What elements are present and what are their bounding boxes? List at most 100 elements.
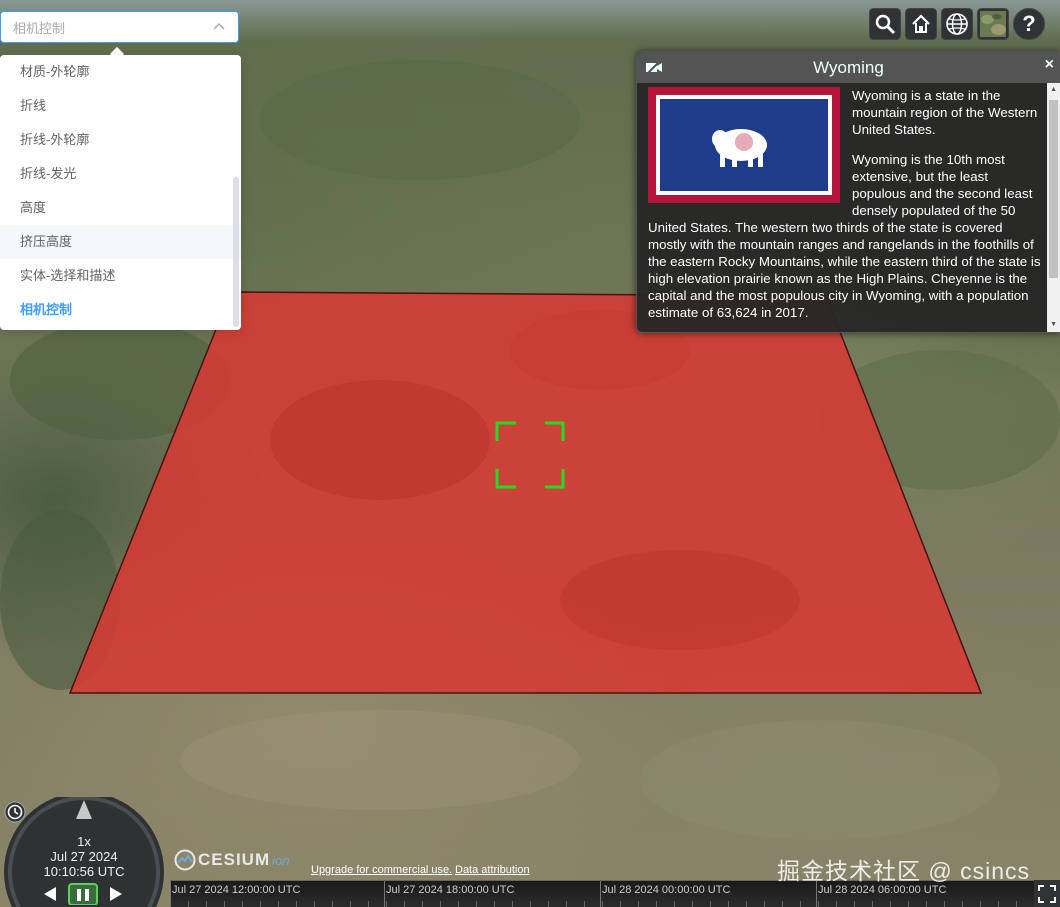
play-reverse-icon[interactable] — [44, 887, 56, 901]
scene-mode-button[interactable] — [941, 8, 973, 40]
dropdown-option[interactable]: 相机控制 — [0, 293, 241, 327]
timeline-major-tick — [384, 881, 385, 907]
timeline-minor-tick — [368, 901, 369, 907]
timeline-major-tick — [600, 881, 601, 907]
search-icon — [875, 14, 896, 35]
timeline-minor-tick — [566, 901, 567, 907]
timeline-minor-tick — [692, 901, 693, 907]
cesium-logo-text: CESIUM — [198, 850, 271, 869]
timeline-minor-tick — [242, 901, 243, 907]
timeline-minor-tick — [206, 901, 207, 907]
navigation-help-button[interactable]: ? — [1013, 8, 1045, 40]
cesium-ion-text: ion — [272, 852, 290, 868]
infobox-description: Wyoming is a state in the mountain regio… — [637, 83, 1060, 332]
timeline-minor-tick — [638, 901, 639, 907]
wyoming-flag-image — [648, 87, 840, 203]
scroll-down-arrow-icon[interactable]: ▼ — [1050, 321, 1057, 328]
upgrade-link[interactable]: Upgrade for commercial use. — [311, 864, 452, 876]
cesium-logo-icon — [174, 849, 196, 871]
timeline-minor-tick — [1016, 901, 1017, 907]
timeline-minor-tick — [476, 901, 477, 907]
dropdown-option[interactable]: 高度 — [0, 191, 241, 225]
timeline-minor-tick — [458, 901, 459, 907]
geocoder-button[interactable] — [869, 8, 901, 40]
timeline-minor-tick — [332, 901, 333, 907]
pause-icon — [77, 889, 81, 901]
timeline-minor-tick — [836, 901, 837, 907]
animation-speed: 1x — [77, 834, 91, 849]
timeline-minor-tick — [494, 901, 495, 907]
timeline-minor-tick — [908, 901, 909, 907]
home-icon — [912, 14, 930, 33]
cesium-logo[interactable]: CESIUM ion — [174, 849, 289, 871]
infobox-title: Wyoming — [813, 57, 884, 77]
timeline-minor-tick — [944, 901, 945, 907]
timeline-minor-tick — [962, 901, 963, 907]
timeline-minor-tick — [440, 901, 441, 907]
timeline-minor-tick — [386, 901, 387, 907]
sample-select-value: 相机控制 — [13, 20, 66, 36]
timeline-minor-tick — [548, 901, 549, 907]
timeline-minor-tick — [530, 901, 531, 907]
camera-track-icon[interactable] — [645, 59, 663, 75]
help-icon: ? — [1022, 11, 1036, 36]
timeline-minor-tick — [620, 901, 621, 907]
timeline-minor-tick — [980, 901, 981, 907]
timeline-minor-tick — [278, 901, 279, 907]
timeline-minor-tick — [584, 901, 585, 907]
data-attribution-link[interactable]: Data attribution — [455, 864, 530, 876]
timeline-minor-tick — [674, 901, 675, 907]
base-layer-picker-button[interactable] — [977, 8, 1009, 40]
sample-dropdown-menu: 材质-外轮廓 折线 折线-外轮廓 折线-发光 高度 挤压高度 实体-选择和描述 相机控制 — [0, 55, 241, 330]
dropdown-option[interactable]: 折线-发光 — [0, 157, 241, 191]
timeline-minor-tick — [422, 901, 423, 907]
timeline-tick-label: Jul 28 2024 00:00:00 UTC — [602, 884, 731, 896]
globe-icon — [946, 13, 968, 35]
timeline-minor-tick — [818, 901, 819, 907]
timeline-minor-tick — [728, 901, 729, 907]
fullscreen-icon — [1038, 884, 1056, 903]
dropdown-option[interactable]: 折线 — [0, 89, 241, 123]
timeline-tick-label: Jul 27 2024 12:00:00 UTC — [172, 884, 301, 896]
play-icon[interactable] — [110, 887, 122, 901]
timeline-minor-tick — [854, 901, 855, 907]
timeline-minor-tick — [782, 901, 783, 907]
timeline-minor-tick — [926, 901, 927, 907]
animation-date: Jul 27 2024 — [50, 849, 118, 864]
timeline-minor-tick — [710, 901, 711, 907]
dropdown-scrollbar[interactable] — [233, 177, 239, 327]
infobox-title-bar: Wyoming × — [637, 52, 1060, 83]
timeline-minor-tick — [602, 901, 603, 907]
timeline-major-tick — [170, 881, 171, 907]
dropdown-option[interactable]: 材质-外轮廓 — [0, 55, 241, 89]
timeline-minor-tick — [260, 901, 261, 907]
timeline-minor-tick — [800, 901, 801, 907]
timeline-minor-tick — [314, 901, 315, 907]
chevron-up-icon — [213, 22, 225, 30]
fullscreen-button[interactable] — [1034, 880, 1060, 907]
timeline-minor-tick — [872, 901, 873, 907]
timeline-minor-tick — [656, 901, 657, 907]
timeline-tick-label: Jul 27 2024 18:00:00 UTC — [386, 884, 515, 896]
timeline-minor-tick — [224, 901, 225, 907]
timeline-minor-tick — [890, 901, 891, 907]
infobox-close-button[interactable]: × — [1045, 56, 1054, 74]
scroll-up-arrow-icon[interactable]: ▲ — [1050, 86, 1057, 93]
timeline-minor-tick — [746, 901, 747, 907]
cesium-toolbar: ? — [869, 8, 1045, 40]
timeline-minor-tick — [512, 901, 513, 907]
pause-button[interactable] — [68, 883, 98, 905]
timeline-minor-tick — [998, 901, 999, 907]
dropdown-option[interactable]: 实体-选择和描述 — [0, 259, 241, 293]
dropdown-option[interactable]: 挤压高度 — [0, 225, 241, 259]
timeline-minor-tick — [350, 901, 351, 907]
home-button[interactable] — [905, 8, 937, 40]
sample-select[interactable]: 相机控制 — [0, 11, 239, 43]
timeline-minor-tick — [404, 901, 405, 907]
animation-time: 10:10:56 UTC — [43, 864, 125, 879]
dropdown-option[interactable]: 折线-外轮廓 — [0, 123, 241, 157]
realtime-clock-icon[interactable] — [4, 801, 26, 823]
infobox-scrollbar-thumb[interactable] — [1049, 100, 1058, 278]
timeline-minor-tick — [296, 901, 297, 907]
base-layer-picker-icon — [980, 11, 1006, 37]
